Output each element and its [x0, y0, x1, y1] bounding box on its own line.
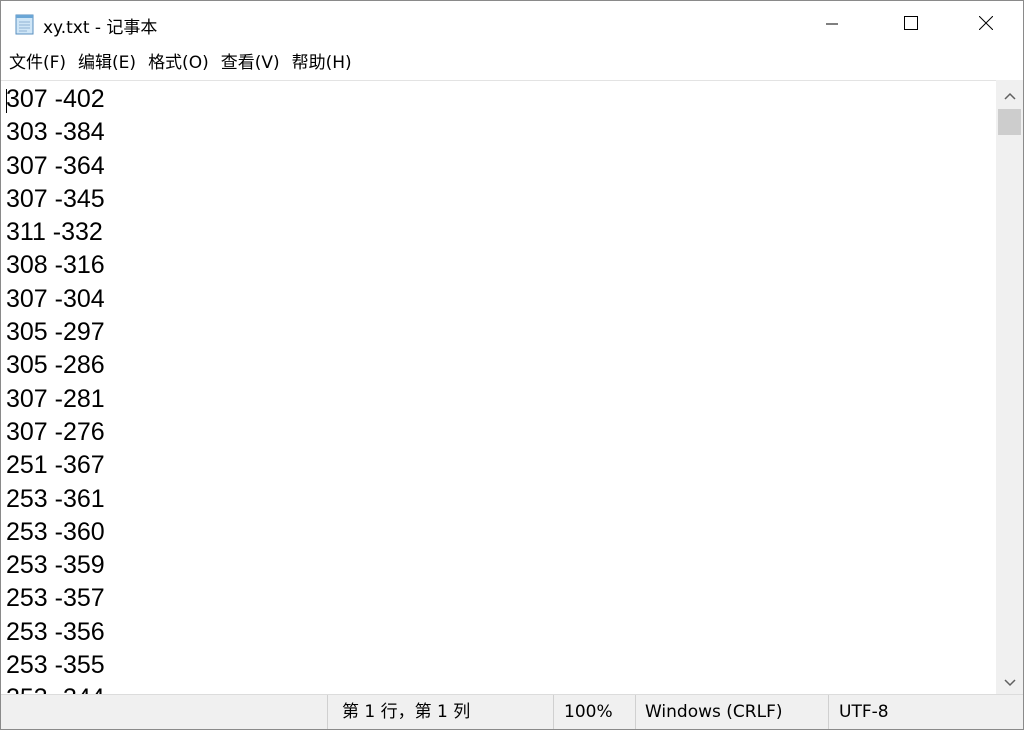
menu-bar: 文件(F) 编辑(E) 格式(O) 查看(V) 帮助(H)	[1, 48, 1023, 79]
text-line: 307 -276	[6, 417, 105, 446]
notepad-icon	[13, 12, 37, 36]
text-caret	[6, 89, 7, 113]
text-line: 307 -364	[6, 151, 105, 180]
text-line: 253 -359	[6, 551, 105, 580]
title-bar[interactable]: xy.txt - 记事本	[1, 1, 1023, 48]
menu-file[interactable]: 文件(F)	[3, 48, 72, 79]
text-line: 307 -304	[6, 284, 105, 313]
text-line: 307 -402	[6, 85, 105, 113]
text-line: 253 -344	[6, 682, 105, 694]
close-button[interactable]	[963, 1, 1009, 48]
menu-view[interactable]: 查看(V)	[215, 48, 286, 79]
chevron-down-icon	[1003, 672, 1016, 691]
text-line: 311 -332	[6, 218, 103, 247]
vertical-scrollbar[interactable]	[996, 80, 1023, 694]
status-encoding: UTF-8	[839, 702, 889, 722]
close-icon	[978, 15, 994, 34]
text-line: 251 -367	[6, 451, 105, 480]
menu-edit[interactable]: 编辑(E)	[72, 48, 142, 79]
text-line: 253 -355	[6, 651, 105, 680]
text-line: 305 -297	[6, 318, 105, 347]
maximize-icon	[904, 15, 918, 34]
scroll-up-button[interactable]	[996, 81, 1023, 107]
text-line: 307 -345	[6, 184, 105, 213]
text-line: 253 -357	[6, 584, 105, 613]
menu-help[interactable]: 帮助(H)	[286, 48, 358, 79]
status-zoom: 100%	[564, 702, 613, 722]
chevron-up-icon	[1003, 85, 1016, 104]
text-line: 305 -286	[6, 351, 105, 380]
status-separator	[327, 695, 328, 729]
status-line-ending: Windows (CRLF)	[645, 702, 783, 722]
text-line: 253 -360	[6, 517, 105, 546]
notepad-window: xy.txt - 记事本 文件(F) 编辑(E) 格式(O) 查看(V) 帮助(…	[0, 0, 1024, 730]
status-bar: 第 1 行，第 1 列 100% Windows (CRLF) UTF-8	[1, 694, 1023, 729]
text-editor[interactable]: 307 -402 303 -384 307 -364 307 -345 311 …	[1, 80, 996, 694]
text-line: 253 -356	[6, 617, 105, 646]
text-line: 307 -281	[6, 384, 105, 413]
minimize-icon	[826, 15, 838, 34]
minimize-button[interactable]	[809, 1, 855, 48]
menu-format[interactable]: 格式(O)	[142, 48, 215, 79]
window-title: xy.txt - 记事本	[43, 18, 158, 38]
text-line: 303 -384	[6, 118, 105, 147]
scrollbar-thumb[interactable]	[998, 109, 1021, 135]
text-line: 308 -316	[6, 251, 105, 280]
scroll-down-button[interactable]	[996, 668, 1023, 694]
text-line: 253 -361	[6, 484, 105, 513]
editor-lines: 307 -402 303 -384 307 -364 307 -345 311 …	[6, 83, 105, 694]
maximize-button[interactable]	[888, 1, 934, 48]
status-cursor-position: 第 1 行，第 1 列	[342, 702, 471, 722]
